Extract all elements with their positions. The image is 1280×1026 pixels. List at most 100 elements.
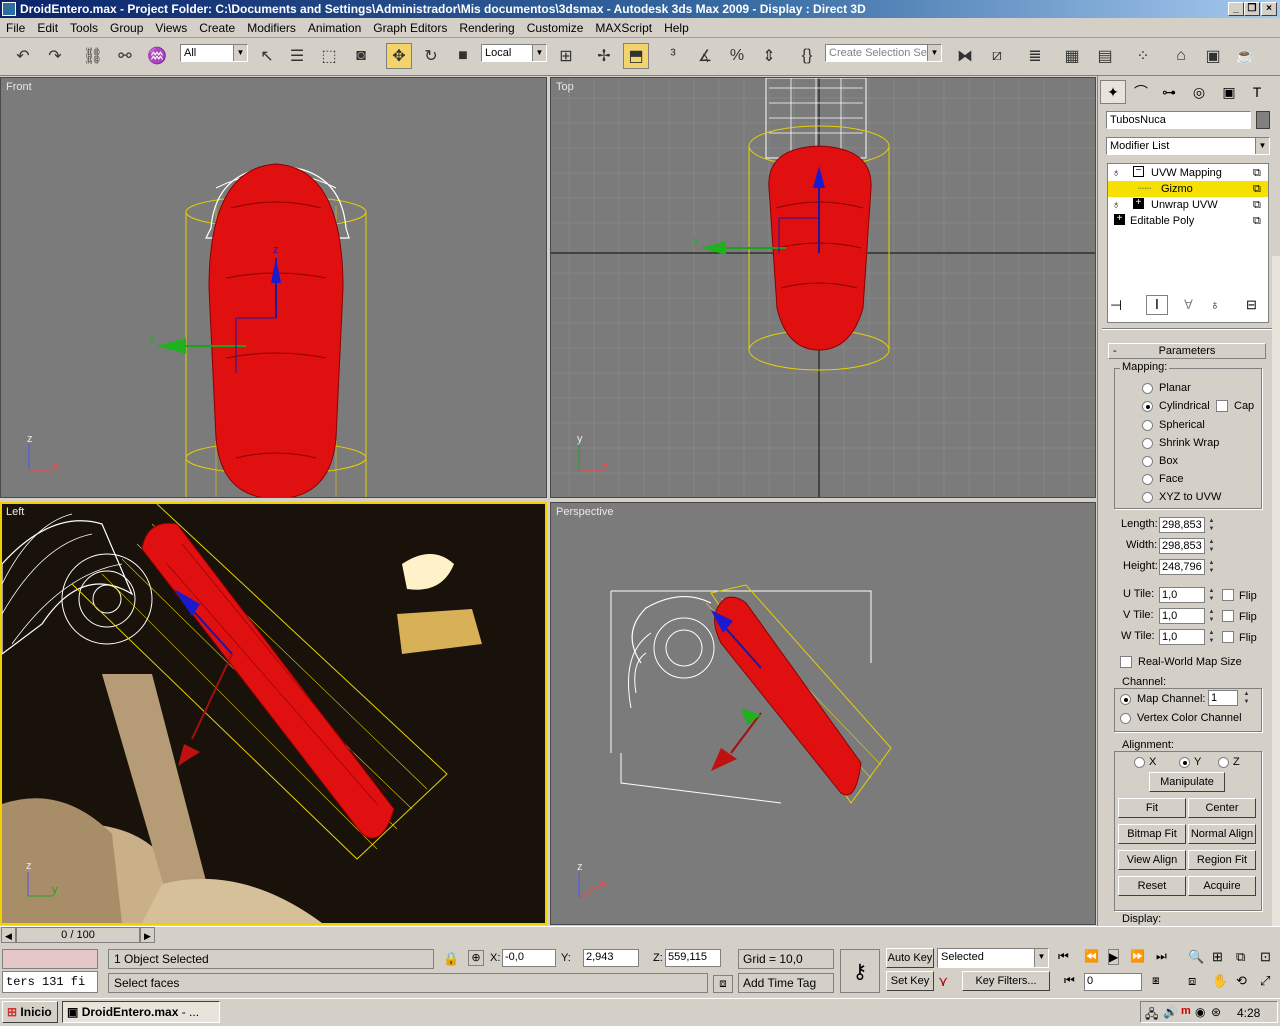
view-align-button[interactable]: View Align: [1118, 850, 1186, 870]
restore-button[interactable]: ❐: [1244, 2, 1260, 16]
v-tile-spinner[interactable]: 1,0: [1159, 608, 1205, 624]
collapse-icon[interactable]: −: [1133, 166, 1144, 177]
spinner-arrows-icon[interactable]: ▲ ▼: [1207, 517, 1216, 533]
radio-planar[interactable]: [1142, 383, 1153, 394]
goto-start-icon[interactable]: ⏮: [1058, 949, 1069, 964]
zoom-extents-all-icon[interactable]: ⊡: [1260, 949, 1271, 965]
menu-animation[interactable]: Animation: [302, 18, 367, 38]
x-coord-field[interactable]: -0,0: [502, 949, 556, 967]
select-manipulate-icon[interactable]: ✢: [591, 43, 617, 69]
stack-item-uvw-mapping[interactable]: ♁ − UVW Mapping ⧉: [1108, 165, 1268, 181]
stack-item-gizmo[interactable]: ┈┈ Gizmo ⧉: [1108, 181, 1268, 197]
select-by-name-icon[interactable]: ☰: [284, 43, 310, 69]
display-tab-icon[interactable]: ▣: [1216, 80, 1242, 104]
configure-sets-icon[interactable]: ⊟: [1246, 297, 1257, 313]
viewport-left[interactable]: Left z y: [0, 502, 547, 925]
maximize-viewport-icon[interactable]: ⤢: [1260, 973, 1270, 989]
menu-rendering[interactable]: Rendering: [453, 18, 520, 38]
radio-shrink-wrap[interactable]: [1142, 438, 1153, 449]
reference-coordinate-dropdown[interactable]: Local ▼: [481, 44, 547, 62]
radio-spherical[interactable]: [1142, 420, 1153, 431]
viewport-label-left[interactable]: Left: [6, 506, 24, 518]
undo-icon[interactable]: ↶: [10, 43, 36, 69]
update-icon[interactable]: ⊛: [1211, 1005, 1221, 1019]
width-spinner[interactable]: 298,853: [1159, 538, 1205, 554]
arc-rotate-icon[interactable]: ⟲: [1236, 973, 1247, 989]
parameters-rollout-header[interactable]: - Parameters: [1108, 343, 1266, 359]
make-unique-icon[interactable]: ∀: [1184, 297, 1193, 313]
messenger-icon[interactable]: ◉: [1195, 1005, 1205, 1019]
time-slider[interactable]: 0 / 100: [16, 927, 140, 943]
redo-icon[interactable]: ↷: [42, 43, 68, 69]
bind-space-warp-icon[interactable]: ♒: [144, 43, 170, 69]
menu-tools[interactable]: Tools: [64, 18, 104, 38]
goto-end-icon[interactable]: ⏭: [1156, 949, 1167, 964]
object-name-field[interactable]: TubosNuca: [1106, 111, 1251, 129]
zoom-all-icon[interactable]: ⊞: [1212, 949, 1223, 965]
time-slider-prev-icon[interactable]: ◀: [1, 927, 16, 943]
command-panel-scrollbar[interactable]: [1272, 256, 1280, 946]
menu-create[interactable]: Create: [193, 18, 241, 38]
fit-button[interactable]: Fit: [1118, 798, 1186, 818]
viewport-front[interactable]: Front y z z x: [0, 77, 547, 498]
spinner-arrows-icon[interactable]: ▲ ▼: [1207, 629, 1216, 645]
spinner-arrows-icon[interactable]: ▲ ▼: [1207, 608, 1216, 624]
previous-frame-icon[interactable]: ⏪: [1084, 949, 1099, 963]
play-icon[interactable]: ▶: [1108, 949, 1120, 965]
add-time-tag-button[interactable]: Add Time Tag: [738, 973, 834, 993]
menu-modifiers[interactable]: Modifiers: [241, 18, 302, 38]
expand-icon[interactable]: +: [1114, 214, 1125, 225]
snaps-toggle-icon[interactable]: ³: [660, 43, 686, 69]
spinner-snap-icon[interactable]: ⇕: [756, 43, 782, 69]
quick-render-teapot-icon[interactable]: ☕: [1232, 43, 1258, 69]
layer-manager-icon[interactable]: ≣: [1022, 43, 1048, 69]
antivirus-icon[interactable]: m: [1181, 1005, 1191, 1017]
w-flip-checkbox[interactable]: [1222, 631, 1234, 643]
create-tab-icon[interactable]: ✦: [1100, 80, 1126, 104]
pivot-point-center-icon[interactable]: ⊞: [553, 43, 579, 69]
menu-maxscript[interactable]: MAXScript: [589, 18, 658, 38]
align-icon[interactable]: ⧄: [984, 43, 1010, 69]
modify-tab-icon[interactable]: ⌒: [1128, 80, 1154, 104]
u-tile-spinner[interactable]: 1,0: [1159, 587, 1205, 603]
graphite-ribbon-icon[interactable]: ▦: [1059, 43, 1085, 69]
acquire-button[interactable]: Acquire: [1188, 876, 1256, 896]
lightbulb-icon[interactable]: ♁: [1112, 165, 1120, 181]
utilities-tab-icon[interactable]: T: [1244, 80, 1270, 104]
named-selection-set-dropdown[interactable]: Create Selection Set ▼: [825, 44, 942, 62]
radio-vertex-color-channel[interactable]: [1120, 713, 1131, 724]
maxscript-listener-pink[interactable]: [2, 949, 98, 969]
close-button[interactable]: ×: [1261, 2, 1277, 16]
spinner-arrows-icon[interactable]: ▲ ▼: [1207, 587, 1216, 603]
menu-file[interactable]: File: [0, 18, 31, 38]
selection-filter-dropdown[interactable]: All ▼: [180, 44, 248, 62]
radio-cylindrical[interactable]: [1142, 401, 1153, 412]
key-filters-button[interactable]: Key Filters...: [962, 971, 1050, 991]
pan-view-icon[interactable]: ✋: [1212, 973, 1228, 989]
set-key-button[interactable]: Set Key: [886, 971, 934, 991]
map-channel-spinner[interactable]: 1: [1208, 690, 1238, 706]
w-tile-spinner[interactable]: 1,0: [1159, 629, 1205, 645]
menu-customize[interactable]: Customize: [521, 18, 590, 38]
taskbar-item-3dsmax[interactable]: ▣ DroidEntero.max - ...: [62, 1001, 220, 1023]
select-and-move-icon[interactable]: ✥: [386, 43, 412, 69]
time-slider-next-icon[interactable]: ▶: [140, 927, 155, 943]
remove-modifier-icon[interactable]: ♁: [1210, 297, 1220, 312]
spinner-arrows-icon[interactable]: ▲ ▼: [1207, 559, 1216, 575]
curve-editor-icon[interactable]: ▤: [1092, 43, 1118, 69]
menu-graph-editors[interactable]: Graph Editors: [367, 18, 453, 38]
motion-tab-icon[interactable]: ◎: [1186, 80, 1212, 104]
radio-map-channel[interactable]: [1120, 694, 1131, 705]
stack-item-editable-poly[interactable]: + Editable Poly ⧉: [1108, 213, 1268, 229]
angle-snap-icon[interactable]: ∡: [692, 43, 718, 69]
radio-xyz-to-uvw[interactable]: [1142, 492, 1153, 503]
keyboard-shortcut-override-icon[interactable]: ⬒: [623, 43, 649, 69]
v-flip-checkbox[interactable]: [1222, 610, 1234, 622]
manipulate-button[interactable]: Manipulate: [1149, 772, 1225, 792]
network-icon[interactable]: 🖧: [1145, 1005, 1158, 1026]
spinner-arrows-icon[interactable]: ▲ ▼: [1242, 690, 1251, 706]
time-tag-icon[interactable]: ⧈: [713, 975, 733, 993]
y-coord-field[interactable]: 2,943: [583, 949, 639, 967]
select-and-rotate-icon[interactable]: ↻: [418, 43, 444, 69]
viewport-label-top[interactable]: Top: [556, 81, 574, 93]
